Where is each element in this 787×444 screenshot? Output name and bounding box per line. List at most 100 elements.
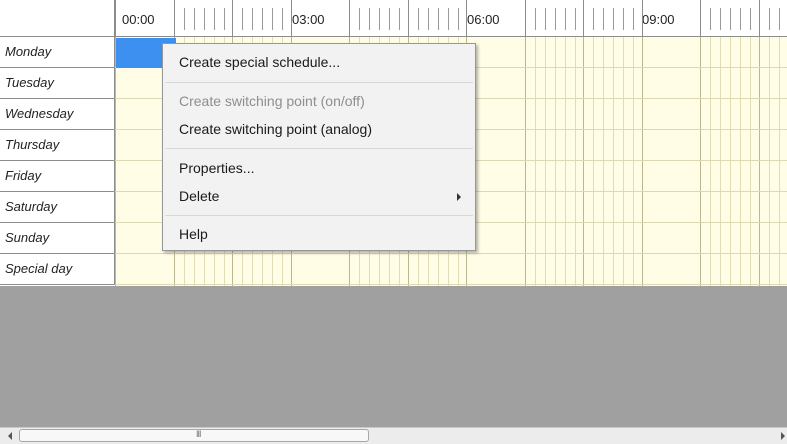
time-header: 00:00 03:00 06:00 09:00 (115, 0, 787, 37)
minute-tick (272, 8, 273, 30)
day-label-saturday: Saturday (0, 192, 115, 223)
minute-tick (252, 8, 253, 30)
minute-tick (224, 8, 225, 30)
minute-tick (438, 8, 439, 30)
menu-item-create-special-schedule[interactable]: Create special schedule... (179, 54, 340, 70)
minute-tick (194, 8, 195, 30)
hour-tick (466, 0, 467, 36)
hour-tick (408, 0, 409, 36)
hour-tick (232, 0, 233, 36)
day-label-column: Monday Tuesday Wednesday Thursday Friday… (0, 37, 115, 285)
minute-tick (184, 8, 185, 30)
hour-tick (115, 0, 116, 36)
header-corner (0, 0, 115, 37)
minute-tick (282, 8, 283, 30)
minute-tick (750, 8, 751, 30)
hour-gridline (759, 37, 760, 286)
minute-tick (769, 8, 770, 30)
minute-tick (262, 8, 263, 30)
minute-tick (369, 8, 370, 30)
minute-gridline (613, 37, 614, 286)
menu-item-delete[interactable]: Delete (179, 188, 219, 204)
minute-tick (623, 8, 624, 30)
hour-gridline (583, 37, 584, 286)
menu-item-help[interactable]: Help (179, 226, 208, 242)
submenu-arrow-icon (457, 193, 461, 201)
day-label-tuesday: Tuesday (0, 68, 115, 99)
scrollbar-grip: III (196, 429, 201, 439)
minute-tick (730, 8, 731, 30)
minute-tick (535, 8, 536, 30)
scroll-right-arrow-icon[interactable] (781, 432, 785, 440)
hour-tick (583, 0, 584, 36)
minute-tick (242, 8, 243, 30)
minute-tick (448, 8, 449, 30)
minute-tick (710, 8, 711, 30)
menu-separator (165, 148, 473, 149)
menu-separator (165, 215, 473, 216)
minute-tick (555, 8, 556, 30)
menu-item-properties[interactable]: Properties... (179, 160, 254, 176)
minute-tick (389, 8, 390, 30)
minute-tick (633, 8, 634, 30)
hour-label-0300: 03:00 (292, 12, 325, 27)
row-gridline (115, 253, 787, 254)
hour-gridline (115, 37, 116, 286)
minute-gridline (740, 37, 741, 286)
minute-tick (418, 8, 419, 30)
minute-tick (779, 8, 780, 30)
scroll-left-arrow-icon[interactable] (8, 432, 12, 440)
minute-gridline (623, 37, 624, 286)
minute-gridline (555, 37, 556, 286)
minute-tick (593, 8, 594, 30)
hour-tick (174, 0, 175, 36)
horizontal-scrollbar[interactable]: III (0, 427, 787, 444)
day-label-thursday: Thursday (0, 130, 115, 161)
minute-tick (545, 8, 546, 30)
minute-gridline (565, 37, 566, 286)
hour-tick (525, 0, 526, 36)
minute-tick (214, 8, 215, 30)
minute-gridline (779, 37, 780, 286)
minute-gridline (730, 37, 731, 286)
minute-tick (399, 8, 400, 30)
minute-tick (575, 8, 576, 30)
minute-tick (359, 8, 360, 30)
row-gridline (115, 284, 787, 285)
minute-gridline (603, 37, 604, 286)
day-label-special-day: Special day (0, 254, 115, 285)
hour-gridline (525, 37, 526, 286)
hour-label-0900: 09:00 (642, 12, 675, 27)
hour-gridline (700, 37, 701, 286)
day-label-wednesday: Wednesday (0, 99, 115, 130)
minute-gridline (710, 37, 711, 286)
hour-tick (759, 0, 760, 36)
minute-tick (379, 8, 380, 30)
menu-item-create-switching-point-onoff: Create switching point (on/off) (179, 93, 365, 109)
hour-tick (291, 0, 292, 36)
context-menu: Create special schedule... Create switch… (162, 43, 476, 251)
hour-tick (700, 0, 701, 36)
minute-gridline (769, 37, 770, 286)
minute-gridline (575, 37, 576, 286)
minute-tick (428, 8, 429, 30)
hour-tick (642, 0, 643, 36)
hour-tick (349, 0, 350, 36)
minute-tick (458, 8, 459, 30)
minute-tick (565, 8, 566, 30)
minute-gridline (593, 37, 594, 286)
day-label-monday: Monday (0, 37, 115, 68)
minute-gridline (535, 37, 536, 286)
day-label-friday: Friday (0, 161, 115, 192)
minute-tick (613, 8, 614, 30)
minute-tick (204, 8, 205, 30)
minute-tick (603, 8, 604, 30)
hour-label-0000: 00:00 (122, 12, 155, 27)
minute-tick (740, 8, 741, 30)
minute-tick (720, 8, 721, 30)
scrollbar-thumb[interactable]: III (19, 429, 369, 442)
menu-item-create-switching-point-analog[interactable]: Create switching point (analog) (179, 121, 372, 137)
minute-gridline (545, 37, 546, 286)
hour-gridline (642, 37, 643, 286)
minute-gridline (720, 37, 721, 286)
